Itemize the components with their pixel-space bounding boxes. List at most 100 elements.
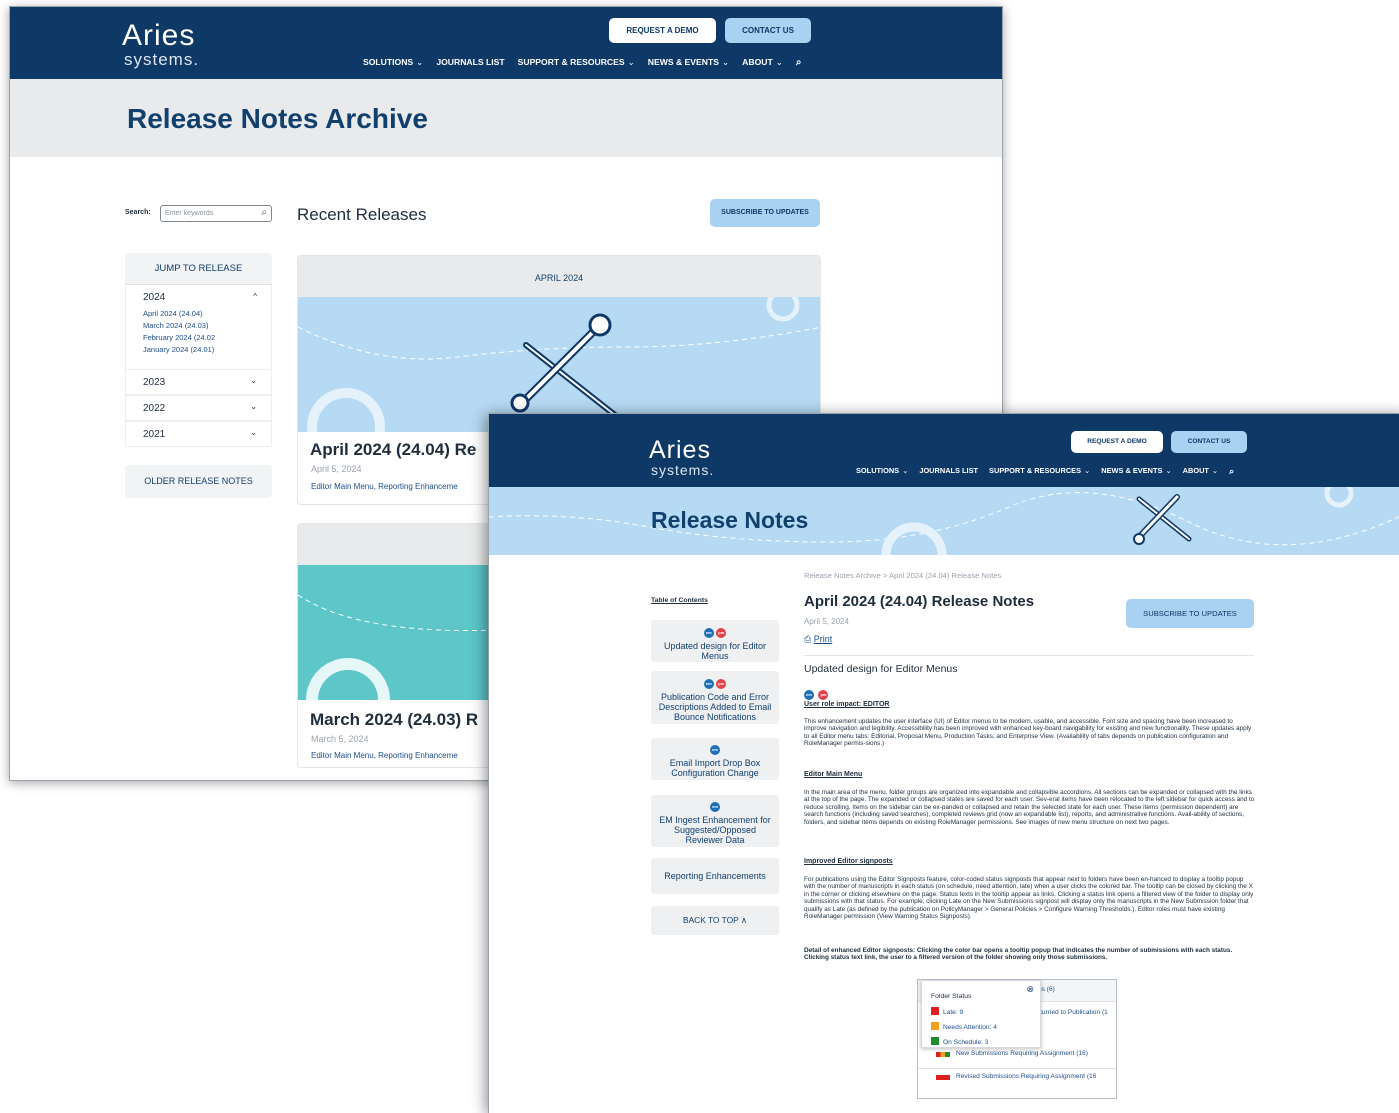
gear-icon xyxy=(881,522,947,555)
chevron-down-icon: ⌄ xyxy=(775,57,783,67)
signpost-bar[interactable] xyxy=(936,1075,950,1080)
top-navbar: Aries systems. REQUEST A DEMO CONTACT US… xyxy=(489,414,1399,487)
release-link[interactable]: January 2024 (24.01) xyxy=(143,345,214,354)
menu-about[interactable]: ABOUT ⌄ xyxy=(1183,466,1218,477)
print-link[interactable]: ⎙ Print xyxy=(804,634,832,645)
section-title: Updated design for Editor Menus xyxy=(804,663,958,675)
year-2021-row[interactable]: 2021 ⌄ xyxy=(125,421,272,447)
menu-label: SOLUTIONS xyxy=(856,466,900,475)
logo-name: Aries xyxy=(649,436,711,464)
chevron-down-icon: ⌄ xyxy=(902,466,909,475)
divider xyxy=(918,1068,1116,1069)
menu-about[interactable]: ABOUT ⌄ xyxy=(742,57,783,68)
contact-us-button[interactable]: CONTACT US xyxy=(1171,431,1247,453)
close-icon[interactable]: ⊗ xyxy=(1026,984,1034,995)
toc-title: Table of Contents xyxy=(651,597,708,604)
year-label: 2023 xyxy=(143,377,166,388)
folder-link[interactable]: turned to Publication (1 xyxy=(1040,1009,1108,1016)
search-icon[interactable]: ⌕ xyxy=(261,207,267,218)
page-title: Release Notes Archive xyxy=(127,103,428,134)
search-icon[interactable]: ⌕ xyxy=(796,57,802,68)
status-late-link[interactable]: Late: 9 xyxy=(931,1007,963,1016)
card-tags[interactable]: Editor Main Menu, Reporting Enhanceme xyxy=(311,482,458,491)
menu-label: SOLUTIONS xyxy=(363,57,414,67)
menu-journals-list[interactable]: JOURNALS LIST xyxy=(919,466,978,477)
year-2023-row[interactable]: 2023 ⌄ xyxy=(125,369,272,395)
tooltip-title: Folder Status xyxy=(931,993,972,1000)
menu-solutions[interactable]: SOLUTIONS ⌄ xyxy=(363,57,423,68)
chevron-down-icon: ⌄ xyxy=(1211,466,1219,475)
menu-solutions[interactable]: SOLUTIONS ⌄ xyxy=(856,466,908,477)
menu-news-events[interactable]: NEWS & EVENTS ⌄ xyxy=(1101,466,1171,477)
menu-label: NEWS & EVENTS xyxy=(1101,466,1163,475)
menu-support-resources[interactable]: SUPPORT & RESOURCES ⌄ xyxy=(989,466,1090,477)
subscribe-button[interactable]: SUBSCRIBE TO UPDATES xyxy=(710,199,820,227)
gear-icon xyxy=(307,388,385,466)
card-title[interactable]: April 2024 (24.04) Re xyxy=(310,440,476,460)
year-2024-section: 2024 ^ April 2024 (24.04) March 2024 (24… xyxy=(125,285,272,369)
card-date: April 5, 2024 xyxy=(311,464,362,474)
jump-to-release-panel: JUMP TO RELEASE 2024 ^ April 2024 (24.04… xyxy=(125,253,272,447)
back-to-top-button[interactable]: BACK TO TOP ∧ xyxy=(651,906,779,935)
toc-item-editor-menus[interactable]: em pm Updated design for Editor Menus xyxy=(651,620,779,662)
gear-icon xyxy=(1324,487,1354,508)
pm-badge-icon: pm xyxy=(716,679,727,689)
toc-item-em-ingest[interactable]: em EM Ingest Enhancement for Suggested/O… xyxy=(651,795,779,847)
late-swatch xyxy=(931,1007,939,1015)
main-menu: SOLUTIONS ⌄ JOURNALS LIST SUPPORT & RESOU… xyxy=(856,466,1234,477)
release-link[interactable]: February 2024 (24.02 xyxy=(143,333,215,342)
aries-logo[interactable]: Aries systems. xyxy=(649,436,714,478)
card-date: March 5, 2024 xyxy=(311,734,369,744)
menu-support-resources[interactable]: SUPPORT & RESOURCES ⌄ xyxy=(518,57,635,68)
status-label: Late: 9 xyxy=(943,1009,964,1016)
request-demo-button[interactable]: REQUEST A DEMO xyxy=(609,18,716,43)
chevron-up-icon[interactable]: ^ xyxy=(253,292,257,301)
search-input[interactable]: Enter keywords ⌕ xyxy=(160,205,272,222)
breadcrumb[interactable]: Release Notes Archive > April 2024 (24.0… xyxy=(804,571,1001,580)
toc-item-reporting[interactable]: Reporting Enhancements xyxy=(651,858,779,894)
status-on-schedule-link[interactable]: On Schedule: 3 xyxy=(931,1037,988,1046)
card-title[interactable]: March 2024 (24.03) R xyxy=(310,710,478,730)
subscribe-button[interactable]: SUBSCRIBE TO UPDATES xyxy=(1126,599,1254,628)
release-link[interactable]: April 2024 (24.04) xyxy=(143,309,203,318)
toc-item-publication-code[interactable]: em pm Publication Code and Error Descrip… xyxy=(651,671,779,724)
request-demo-button[interactable]: REQUEST A DEMO xyxy=(1071,431,1163,453)
card-month: APRIL 2024 xyxy=(298,256,820,297)
chevron-down-icon: ⌄ xyxy=(1084,466,1091,475)
status-label: Needs Attention: 4 xyxy=(943,1024,997,1031)
paragraph-signposts: For publications using the Editor Signpo… xyxy=(804,876,1254,921)
menu-news-events[interactable]: NEWS & EVENTS ⌄ xyxy=(648,57,729,68)
year-2022-row[interactable]: 2022 ⌄ xyxy=(125,395,272,421)
contact-us-button[interactable]: CONTACT US xyxy=(725,18,811,43)
status-attention-link[interactable]: Needs Attention: 4 xyxy=(931,1022,997,1031)
em-badge-icon: em xyxy=(804,690,814,700)
toc-item-email-import[interactable]: em Email Import Drop Box Configuration C… xyxy=(651,738,779,780)
badges: em pm xyxy=(651,620,779,638)
signpost-bar[interactable] xyxy=(936,1052,950,1057)
section-badges: em pm xyxy=(804,683,829,701)
menu-journals-list[interactable]: JOURNALS LIST xyxy=(436,57,504,68)
release-link[interactable]: March 2024 (24.03) xyxy=(143,321,208,330)
role-impact: User role impact: EDITOR xyxy=(804,701,890,708)
release-notes-window: Aries systems. REQUEST A DEMO CONTACT US… xyxy=(488,413,1399,1113)
year-label[interactable]: 2024 xyxy=(143,292,165,303)
older-release-notes-button[interactable]: OLDER RELEASE NOTES xyxy=(125,465,272,498)
year-label: 2021 xyxy=(143,429,166,440)
logo-sub: systems. xyxy=(124,50,200,69)
menu-label: ABOUT xyxy=(1182,466,1209,475)
pm-badge-icon: pm xyxy=(818,690,829,700)
search-icon[interactable]: ⌕ xyxy=(1229,466,1234,477)
status-label: On Schedule: 3 xyxy=(943,1039,989,1046)
chevron-down-icon: ⌄ xyxy=(627,57,635,67)
main-menu: SOLUTIONS ⌄ JOURNALS LIST SUPPORT & RESOU… xyxy=(363,57,802,68)
aries-logo[interactable]: Aries systems. xyxy=(122,21,200,69)
pm-badge-icon: pm xyxy=(716,628,727,638)
menu-label: JOURNALS LIST xyxy=(919,466,979,475)
folder-link[interactable]: Revised Submissions Requiring Assignment… xyxy=(956,1073,1096,1080)
page-title: Release Notes xyxy=(651,507,809,533)
folder-link[interactable]: New Submissions Requiring Assignment (16… xyxy=(956,1050,1088,1057)
toc-label: EM Ingest Enhancement for Suggested/Oppo… xyxy=(659,815,771,845)
chevron-down-icon: ⌄ xyxy=(416,57,424,67)
card-tags[interactable]: Editor Main Menu, Reporting Enhanceme xyxy=(311,751,458,760)
chevron-down-icon: ⌄ xyxy=(250,428,257,437)
